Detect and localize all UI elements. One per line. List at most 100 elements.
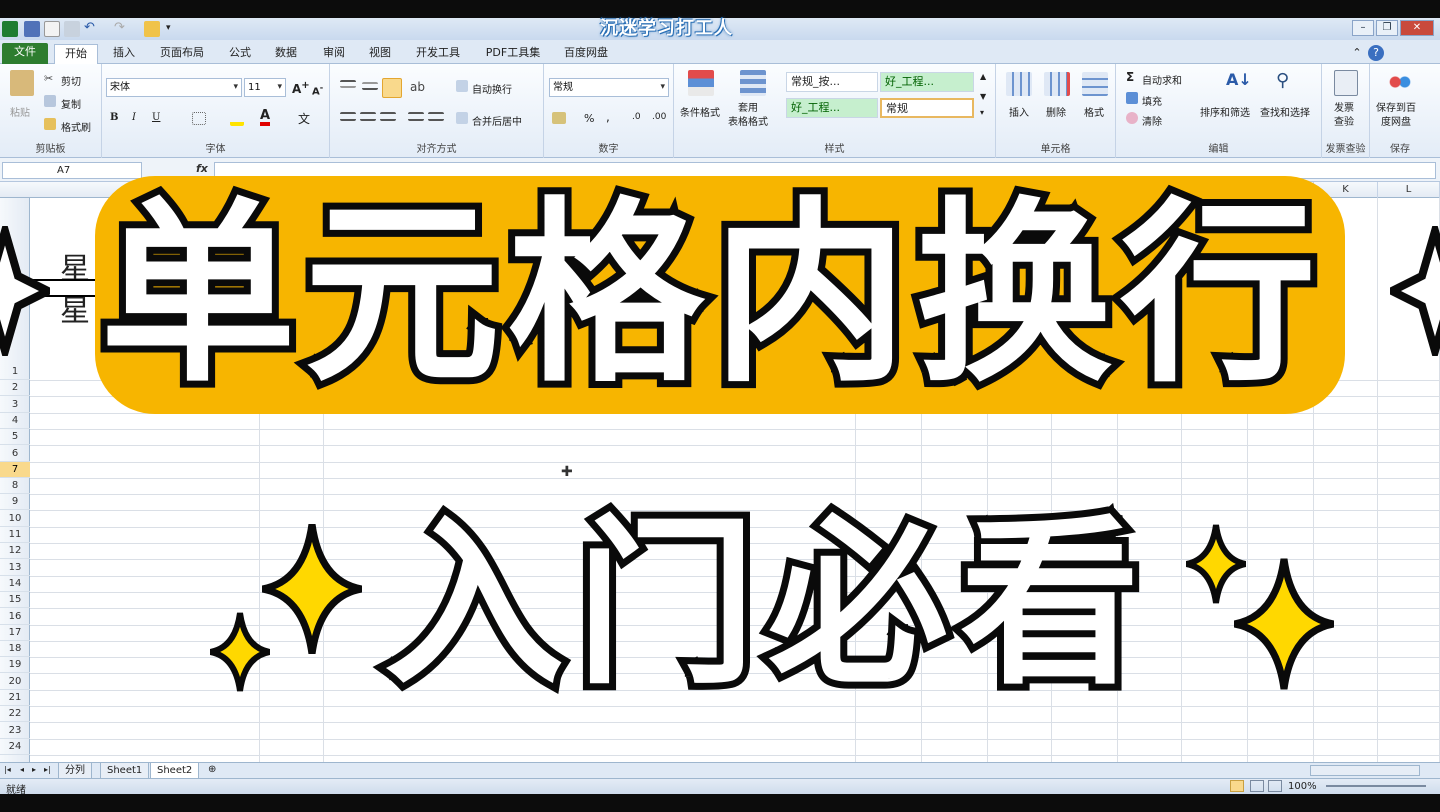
row-header-14[interactable]: 14 <box>0 576 30 592</box>
sheet-tab-sheet1[interactable]: Sheet1 <box>100 763 150 779</box>
close-button[interactable]: ✕ <box>1400 20 1434 36</box>
bold-button[interactable]: B <box>110 112 118 123</box>
save-icon[interactable] <box>24 21 40 37</box>
row-header-20[interactable]: 20 <box>0 674 30 690</box>
undo-icon[interactable]: ↶ <box>84 21 100 37</box>
name-box[interactable]: A7 <box>2 162 142 179</box>
row-header-5[interactable]: 5 <box>0 429 30 446</box>
row-header-16[interactable]: 16 <box>0 609 30 625</box>
row-header-2[interactable]: 2 <box>0 380 30 397</box>
row-header-3[interactable]: 3 <box>0 397 30 413</box>
insert-function-button[interactable]: fx <box>196 162 208 175</box>
insert-sheet-icon[interactable]: ⊕ <box>208 764 216 775</box>
help-icon[interactable]: ? <box>1368 45 1384 61</box>
row-header-19[interactable]: 19 <box>0 657 30 674</box>
sheet-tab-split[interactable]: 分列 <box>58 763 92 779</box>
tab-developer[interactable]: 开发工具 <box>408 44 468 64</box>
styles-scroll-down-icon[interactable]: ▼ <box>980 92 986 101</box>
print-preview-icon[interactable] <box>64 21 80 37</box>
insert-cells-button[interactable]: 插入 <box>1009 104 1029 119</box>
tab-pdf-tools[interactable]: PDF工具集 <box>478 44 548 64</box>
view-normal-icon[interactable] <box>1230 780 1244 792</box>
shrink-font-icon[interactable]: A- <box>312 82 323 97</box>
merge-center-button[interactable]: 合并后居中 <box>472 113 522 128</box>
cell-style-normal-1[interactable]: 常规_按... <box>786 72 878 92</box>
row-header-7[interactable]: 7 <box>0 461 30 478</box>
row-header-17[interactable]: 17 <box>0 625 30 641</box>
font-color-icon[interactable]: A <box>260 109 271 126</box>
currency-icon[interactable] <box>552 112 566 124</box>
row-header-10[interactable]: 10 <box>0 511 30 527</box>
cell-style-good-1[interactable]: 好_工程... <box>880 72 974 92</box>
wrap-text-button[interactable]: 自动换行 <box>472 81 512 96</box>
grow-font-icon[interactable]: A+ <box>292 80 310 96</box>
column-header-l[interactable]: L <box>1378 182 1440 198</box>
zoom-slider[interactable] <box>1326 785 1426 787</box>
redo-icon[interactable]: ↷ <box>114 21 130 37</box>
sheet-nav-prev-icon[interactable]: ◂ <box>20 765 24 774</box>
align-middle-icon[interactable] <box>362 82 378 90</box>
conditional-formatting-button[interactable]: 条件格式 <box>680 104 720 119</box>
tab-home[interactable]: 开始 <box>54 44 98 64</box>
tab-baidu-netdisk[interactable]: 百度网盘 <box>556 44 616 64</box>
row-header-18[interactable]: 18 <box>0 641 30 658</box>
row-header-9[interactable]: 9 <box>0 494 30 511</box>
align-left-icon[interactable] <box>340 112 356 121</box>
save-to-netdisk-button[interactable]: 保存到百 度网盘 <box>1376 102 1416 130</box>
paste-button-label[interactable]: 粘贴 <box>10 104 30 119</box>
row-header-21[interactable]: 21 <box>0 690 30 706</box>
fill-color-icon[interactable] <box>230 110 244 126</box>
tab-review[interactable]: 审阅 <box>314 44 354 64</box>
find-select-button[interactable]: 查找和选择 <box>1260 104 1310 119</box>
align-top-icon[interactable] <box>340 80 356 88</box>
row-header-8[interactable]: 8 <box>0 478 30 495</box>
row-header-23[interactable]: 23 <box>0 723 30 739</box>
font-size-select[interactable]: 11 <box>244 78 286 97</box>
horizontal-scrollbar[interactable] <box>1310 765 1420 776</box>
clear-button[interactable]: 清除 <box>1142 113 1162 128</box>
delete-cells-button[interactable]: 删除 <box>1046 104 1066 119</box>
paste-icon[interactable] <box>10 70 34 96</box>
row-header-6[interactable]: 6 <box>0 446 30 462</box>
row-header-1[interactable]: 1 <box>0 364 30 380</box>
increase-indent-icon[interactable] <box>428 112 444 121</box>
ribbon-minimize-icon[interactable]: ⌃ <box>1350 44 1364 64</box>
styles-scroll-up-icon[interactable]: ▲ <box>980 72 986 81</box>
number-format-select[interactable]: 常规 <box>549 78 669 97</box>
format-cells-button[interactable]: 格式 <box>1084 104 1104 119</box>
row-header-24[interactable]: 24 <box>0 739 30 755</box>
italic-button[interactable]: I <box>132 112 136 123</box>
font-name-select[interactable]: 宋体 <box>106 78 242 97</box>
orientation-icon[interactable]: ab <box>410 80 426 96</box>
sort-filter-button[interactable]: 排序和筛选 <box>1200 104 1250 119</box>
format-painter-button[interactable]: 格式刷 <box>61 119 91 134</box>
decrease-decimal-icon[interactable]: .00 <box>652 112 666 122</box>
row-header-22[interactable]: 22 <box>0 706 30 723</box>
autosum-button[interactable]: 自动求和 <box>1142 72 1182 87</box>
customize-qat-icon[interactable]: ▾ <box>166 21 174 37</box>
minimize-button[interactable]: – <box>1352 20 1374 36</box>
comma-style-icon[interactable]: , <box>606 110 610 124</box>
new-document-icon[interactable] <box>44 21 60 37</box>
sheet-nav-first-icon[interactable]: |◂ <box>4 765 11 774</box>
row-header-12[interactable]: 12 <box>0 543 30 560</box>
copy-button[interactable]: 复制 <box>61 96 81 111</box>
cut-button[interactable]: 剪切 <box>61 73 81 88</box>
row-header-11[interactable]: 11 <box>0 527 30 543</box>
decrease-indent-icon[interactable] <box>408 112 424 121</box>
zoom-level[interactable]: 100% <box>1288 781 1317 792</box>
increase-decimal-icon[interactable]: .0 <box>632 112 641 122</box>
tab-formulas[interactable]: 公式 <box>220 44 260 64</box>
phonetic-icon[interactable]: 文 <box>298 110 310 127</box>
tab-view[interactable]: 视图 <box>360 44 400 64</box>
view-page-layout-icon[interactable] <box>1250 780 1264 792</box>
format-as-table-button[interactable]: 套用 表格格式 <box>728 102 768 130</box>
percent-button[interactable]: % <box>584 112 594 125</box>
tab-data[interactable]: 数据 <box>266 44 306 64</box>
tab-page-layout[interactable]: 页面布局 <box>152 44 212 64</box>
align-center-icon[interactable] <box>360 112 376 121</box>
sheet-nav-last-icon[interactable]: ▸| <box>44 765 51 774</box>
styles-more-icon[interactable]: ▾ <box>980 108 984 117</box>
row-header-4[interactable]: 4 <box>0 413 30 429</box>
fill-button[interactable]: 填充 <box>1142 93 1162 108</box>
